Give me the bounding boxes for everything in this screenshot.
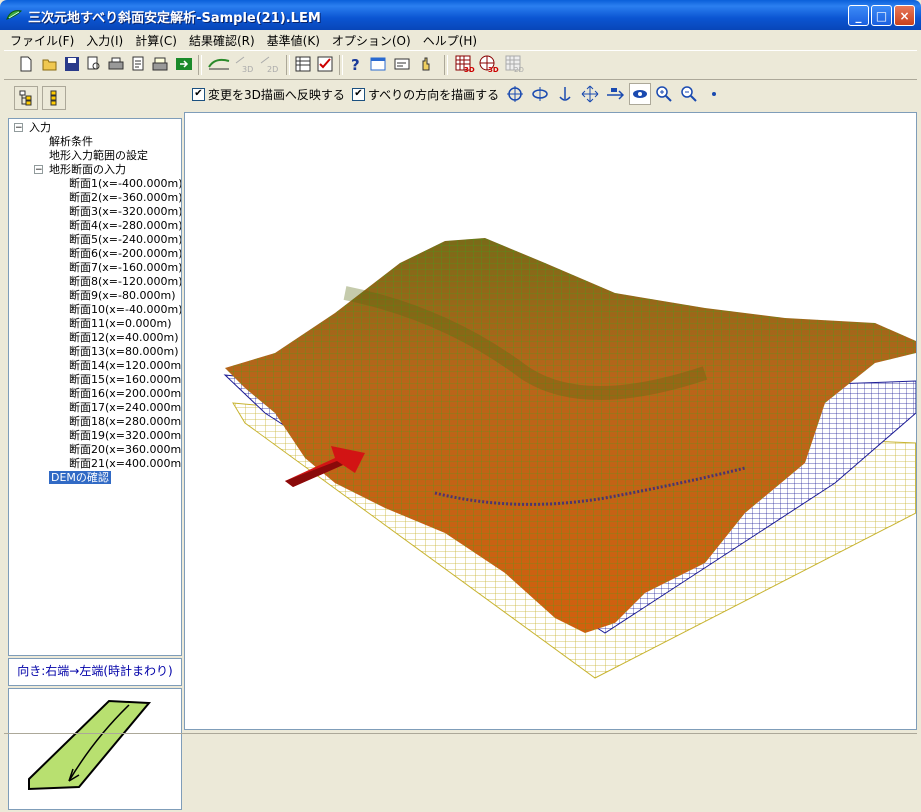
zoom-in-icon[interactable] bbox=[653, 83, 675, 105]
maximize-button[interactable]: □ bbox=[871, 5, 892, 26]
tree-item-section-17[interactable]: 断面17(x=240.000m) bbox=[69, 401, 181, 415]
svg-text:2D: 2D bbox=[514, 66, 524, 73]
input-tree[interactable]: − 入力 解析条件 地形入力範囲の設定 − 地形断面の入力 断面1(x=-400… bbox=[8, 118, 182, 656]
window-title: 三次元地すべり斜面安定解析-Sample(21).LEM bbox=[28, 11, 321, 26]
tree-item-section-18[interactable]: 断面18(x=280.000m) bbox=[69, 415, 181, 429]
tree-item-section-10[interactable]: 断面10(x=-40.000m) bbox=[69, 303, 181, 317]
rotate-y-icon[interactable] bbox=[529, 83, 551, 105]
print-icon[interactable] bbox=[106, 54, 126, 74]
hand-icon[interactable] bbox=[416, 54, 436, 74]
reflect-3d-label[interactable]: 変更を3D描画へ反映する bbox=[208, 86, 345, 103]
terrain-surface bbox=[225, 238, 916, 633]
menu-standards[interactable]: 基準値(K) bbox=[261, 30, 326, 51]
export-icon[interactable] bbox=[174, 54, 194, 74]
tree-item-section-21[interactable]: 断面21(x=400.000m) bbox=[69, 457, 181, 471]
tree-item-section-16[interactable]: 断面16(x=200.000m) bbox=[69, 387, 181, 401]
card-icon[interactable] bbox=[392, 54, 412, 74]
menu-file[interactable]: ファイル(F) bbox=[4, 30, 80, 51]
rotate-z-icon[interactable] bbox=[554, 83, 576, 105]
app-window: 三次元地すべり斜面安定解析-Sample(21).LEM _ □ × ファイル(… bbox=[0, 0, 921, 810]
tree-item-section-4[interactable]: 断面4(x=-280.000m) bbox=[69, 219, 181, 233]
print-all-icon[interactable] bbox=[150, 54, 170, 74]
rotate-x-icon[interactable] bbox=[504, 83, 526, 105]
menu-bar: ファイル(F) 入力(I) 計算(C) 結果確認(R) 基準値(K) オプション(O) ヘル… bbox=[4, 30, 917, 49]
save-icon[interactable] bbox=[62, 54, 82, 74]
pan-icon[interactable] bbox=[604, 83, 626, 105]
check-icon[interactable] bbox=[315, 54, 335, 74]
svg-text:2D: 2D bbox=[267, 65, 278, 73]
tree-item-section-20[interactable]: 断面20(x=360.000m) bbox=[69, 443, 181, 457]
tree-item-section-9[interactable]: 断面9(x=-80.000m) bbox=[69, 289, 175, 303]
point-icon[interactable] bbox=[703, 83, 725, 105]
print-preview-icon[interactable] bbox=[84, 54, 104, 74]
slide-direction-checkbox[interactable]: ✔ bbox=[352, 88, 365, 101]
help-icon[interactable]: ? bbox=[346, 54, 366, 74]
view-toolbar: ✔ 変更を3D描画へ反映する ✔ すべりの方向を描画する bbox=[184, 80, 917, 110]
zoom-out-icon[interactable] bbox=[678, 83, 700, 105]
svg-text:?: ? bbox=[351, 56, 360, 72]
tree-toolbar bbox=[4, 80, 180, 118]
table-icon[interactable] bbox=[293, 54, 313, 74]
reflect-3d-checkbox[interactable]: ✔ bbox=[192, 88, 205, 101]
tree-item-section-8[interactable]: 断面8(x=-120.000m) bbox=[69, 275, 181, 289]
tree-item-section-11[interactable]: 断面11(x=0.000m) bbox=[69, 317, 172, 331]
tree-item-section-1[interactable]: 断面1(x=-400.000m) bbox=[69, 177, 181, 191]
tree-item-section-19[interactable]: 断面19(x=320.000m) bbox=[69, 429, 181, 443]
menu-results[interactable]: 結果確認(R) bbox=[183, 30, 261, 51]
tree-item-section-5[interactable]: 断面5(x=-240.000m) bbox=[69, 233, 181, 247]
mesh-3d-icon[interactable]: 3D bbox=[478, 54, 500, 74]
menu-options[interactable]: オプション(O) bbox=[326, 30, 417, 51]
tree-item-sections[interactable]: 地形断面の入力 bbox=[49, 163, 126, 177]
tree-item-terrain-range[interactable]: 地形入力範囲の設定 bbox=[49, 149, 148, 163]
tree-item-section-13[interactable]: 断面13(x=80.000m) bbox=[69, 345, 179, 359]
3d-view-icon[interactable]: 3D bbox=[234, 54, 258, 74]
move-icon[interactable] bbox=[579, 83, 601, 105]
minimize-button[interactable]: _ bbox=[848, 5, 869, 26]
terrain-3d-render bbox=[223, 238, 916, 679]
status-bar bbox=[4, 733, 917, 752]
grid-2d-icon[interactable]: 2D bbox=[504, 54, 526, 74]
new-icon[interactable] bbox=[16, 54, 36, 74]
tree-item-section-2[interactable]: 断面2(x=-360.000m) bbox=[69, 191, 181, 205]
direction-label: 向き:右端→左端(時計まわり) bbox=[8, 658, 182, 686]
expand-tree-icon[interactable] bbox=[14, 86, 38, 110]
tree-item-input[interactable]: 入力 bbox=[29, 121, 51, 135]
svg-text:3D: 3D bbox=[488, 66, 499, 73]
print-setup-icon[interactable] bbox=[128, 54, 148, 74]
tree-item-section-3[interactable]: 断面3(x=-320.000m) bbox=[69, 205, 181, 219]
collapse-tree-icon[interactable] bbox=[42, 86, 66, 110]
window-icon[interactable] bbox=[368, 54, 388, 74]
title-bar[interactable]: 三次元地すべり斜面安定解析-Sample(21).LEM _ □ × bbox=[0, 0, 921, 30]
tree-item-section-12[interactable]: 断面12(x=40.000m) bbox=[69, 331, 179, 345]
svg-text:3D: 3D bbox=[464, 66, 475, 73]
tree-item-analysis-conditions[interactable]: 解析条件 bbox=[49, 135, 93, 149]
tree-item-section-14[interactable]: 断面14(x=120.000m) bbox=[69, 359, 181, 373]
app-icon bbox=[6, 10, 22, 20]
close-button[interactable]: × bbox=[894, 5, 915, 26]
tree-item-dem[interactable]: DEMの確認 bbox=[49, 471, 111, 485]
tree-item-section-15[interactable]: 断面15(x=160.000m) bbox=[69, 373, 181, 387]
left-panel: − 入力 解析条件 地形入力範囲の設定 − 地形断面の入力 断面1(x=-400… bbox=[4, 80, 182, 810]
menu-calculate[interactable]: 計算(C) bbox=[129, 30, 183, 51]
tree-item-dem-label: DEMの確認 bbox=[49, 471, 111, 484]
menu-help[interactable]: ヘルプ(H) bbox=[417, 30, 483, 51]
main-toolbar: 3D 2D ? 3D 3D 2D bbox=[4, 50, 917, 80]
tree-item-section-6[interactable]: 断面6(x=-200.000m) bbox=[69, 247, 181, 261]
grid-3d-icon[interactable]: 3D bbox=[454, 54, 476, 74]
tree-item-section-7[interactable]: 断面7(x=-160.000m) bbox=[69, 261, 181, 275]
svg-text:3D: 3D bbox=[242, 65, 253, 73]
tree-collapse-root[interactable]: − bbox=[14, 123, 23, 133]
menu-input[interactable]: 入力(I) bbox=[80, 30, 129, 51]
view-icon[interactable] bbox=[629, 83, 651, 105]
tree-collapse-sections[interactable]: − bbox=[34, 165, 43, 175]
2d-view-icon[interactable]: 2D bbox=[259, 54, 283, 74]
section-icon[interactable] bbox=[206, 54, 232, 74]
open-icon[interactable] bbox=[40, 54, 60, 74]
slide-direction-label[interactable]: すべりの方向を描画する bbox=[368, 86, 499, 103]
3d-viewport[interactable] bbox=[184, 112, 917, 730]
